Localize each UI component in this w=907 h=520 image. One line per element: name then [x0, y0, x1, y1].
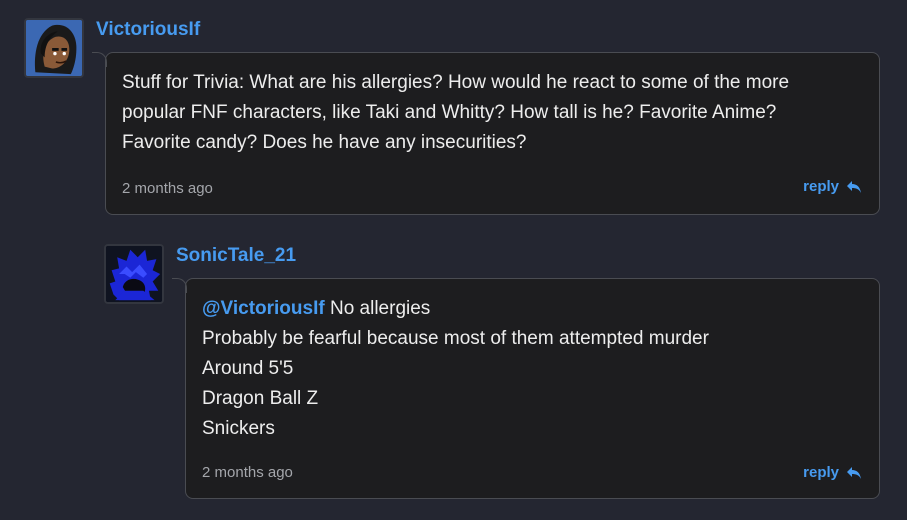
comment-timestamp: 2 months ago — [202, 464, 293, 481]
reply-arrow-icon — [846, 180, 862, 194]
comment-author[interactable]: VictoriousIf — [96, 19, 200, 41]
blue-haired-character-avatar-icon — [106, 246, 162, 302]
comment-text-line: popular FNF characters, like Taki and Wh… — [122, 102, 777, 123]
comment-timestamp: 2 months ago — [122, 180, 213, 197]
reply-label: reply — [803, 464, 839, 481]
comment-bubble: @VictoriousIf No allergies Probably be f… — [172, 278, 880, 499]
reply-button[interactable]: reply — [803, 464, 862, 482]
bubble-tail — [172, 278, 187, 293]
avatar[interactable] — [24, 18, 84, 78]
comment-text-line: Stuff for Trivia: What are his allergies… — [122, 72, 790, 93]
comment-text-line: Favorite candy? Does he have any insecur… — [122, 132, 527, 153]
comment-bubble: Stuff for Trivia: What are his allergies… — [92, 52, 880, 215]
hooded-character-avatar-icon — [26, 20, 82, 76]
reply-label: reply — [803, 178, 839, 195]
comment-body: @VictoriousIf No allergies Probably be f… — [202, 294, 709, 444]
avatar[interactable] — [104, 244, 164, 304]
user-mention-link[interactable]: @VictoriousIf — [202, 298, 325, 319]
comment-text-line: Snickers — [202, 418, 275, 439]
bubble-tail — [92, 52, 107, 67]
comment-text-line: @VictoriousIf No allergies — [202, 294, 709, 324]
reply-button[interactable]: reply — [803, 178, 862, 196]
comment-text-line: Dragon Ball Z — [202, 388, 319, 409]
comment-body: Stuff for Trivia: What are his allergies… — [122, 68, 789, 158]
reply-arrow-icon — [846, 466, 862, 480]
comment-text: No allergies — [329, 298, 431, 319]
comment-text-line: Probably be fearful because most of them… — [202, 328, 709, 349]
comment-author[interactable]: SonicTale_21 — [176, 245, 296, 267]
comment-text-line: Around 5'5 — [202, 358, 294, 379]
